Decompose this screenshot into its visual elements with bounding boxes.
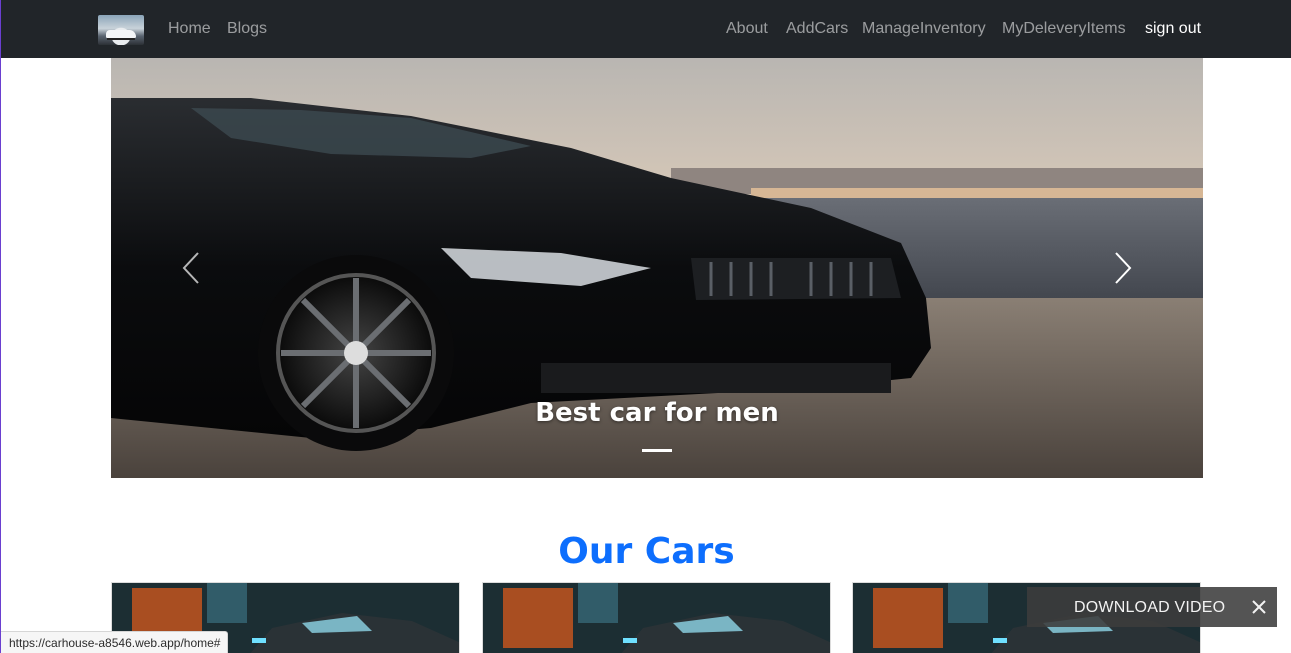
nav-link-addcars[interactable]: AddCars — [786, 19, 848, 39]
sign-out-link[interactable]: sign out — [1145, 19, 1201, 39]
chevron-left-icon — [182, 252, 199, 284]
close-icon[interactable] — [1249, 597, 1269, 617]
nav-link-home[interactable]: Home — [168, 19, 211, 39]
car-image-icon — [483, 583, 830, 653]
nav-link-blogs[interactable]: Blogs — [227, 19, 267, 39]
nav-link-mydeleveryitems[interactable]: MyDeleveryItems — [1002, 19, 1126, 39]
nav-link-about[interactable]: About — [726, 19, 768, 39]
hero-carousel: Best car for men — [111, 58, 1203, 478]
browser-status-url: https://carhouse-a8546.web.app/home# — [1, 631, 229, 653]
download-video-overlay: DOWNLOAD VIDEO — [1027, 587, 1277, 627]
our-cars-title: Our Cars — [558, 531, 735, 572]
brand-logo-icon[interactable] — [98, 15, 144, 45]
carousel-caption: Best car for men — [535, 398, 779, 428]
chevron-right-icon — [1115, 252, 1132, 284]
carousel-indicator-active[interactable] — [642, 449, 672, 452]
nav-link-manageinventory[interactable]: ManageInventory — [862, 19, 986, 39]
top-navbar: Home Blogs About AddCars ManageInventory… — [1, 0, 1291, 58]
download-video-button[interactable]: DOWNLOAD VIDEO — [1074, 598, 1225, 618]
car-card[interactable] — [482, 582, 831, 653]
